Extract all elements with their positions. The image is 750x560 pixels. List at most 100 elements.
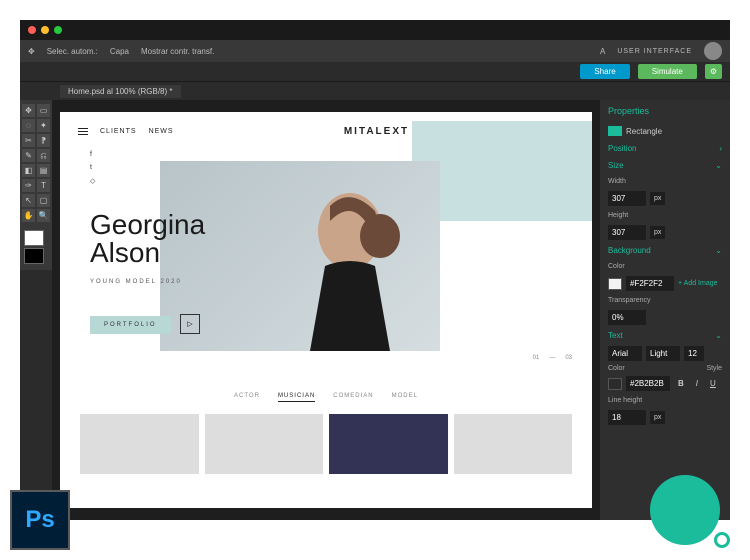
- page-total: 03: [565, 355, 572, 361]
- page-divider: —: [549, 355, 555, 361]
- chevron-down-icon: ⌄: [715, 161, 722, 170]
- close-icon[interactable]: [28, 26, 36, 34]
- pager: 01 — 03: [533, 355, 572, 361]
- underline-button[interactable]: U: [706, 377, 720, 390]
- type-tool-icon[interactable]: T: [37, 179, 50, 192]
- action-bar: Share Simulate ⚙: [20, 62, 730, 82]
- text-section[interactable]: Text⌄: [600, 327, 730, 344]
- nav-clients[interactable]: CLIENTS: [100, 128, 137, 135]
- lineheight-label: Line height: [600, 393, 730, 408]
- window-controls: [28, 26, 62, 34]
- maximize-icon[interactable]: [54, 26, 62, 34]
- rectangle-icon: [608, 126, 622, 136]
- weight-select[interactable]: [646, 346, 680, 361]
- add-image-button[interactable]: + Add Image: [678, 280, 718, 287]
- thumbnail[interactable]: [80, 414, 199, 474]
- category-tabs: ACTOR MUSICIAN COMEDIAN MODEL: [60, 381, 592, 414]
- chevron-down-icon: ⌄: [715, 246, 722, 255]
- marquee-tool-icon[interactable]: ▭: [37, 104, 50, 117]
- minimize-icon[interactable]: [41, 26, 49, 34]
- portfolio-button[interactable]: PORTFOLIO: [90, 316, 171, 334]
- thumbnail[interactable]: [205, 414, 324, 474]
- cat-model[interactable]: MODEL: [392, 393, 418, 402]
- text-color-label: Color: [608, 365, 625, 372]
- text-color-swatch[interactable]: [608, 378, 622, 390]
- hand-tool-icon[interactable]: ✋: [22, 209, 35, 222]
- transform-checkbox-label[interactable]: Mostrar contr. transf.: [141, 47, 214, 56]
- eraser-tool-icon[interactable]: ◧: [22, 164, 35, 177]
- photoshop-badge: Ps: [10, 490, 70, 550]
- move-tool-icon[interactable]: ✥: [28, 47, 35, 56]
- panel-title: Properties: [600, 100, 730, 122]
- page-current: 01: [533, 355, 540, 361]
- cat-musician[interactable]: MUSICIAN: [278, 393, 315, 402]
- height-label: Height: [600, 208, 730, 223]
- avatar[interactable]: [704, 42, 722, 60]
- bg-color-swatch[interactable]: [608, 278, 622, 290]
- height-unit[interactable]: px: [650, 226, 665, 239]
- thumbnail[interactable]: [329, 414, 448, 474]
- italic-button[interactable]: I: [692, 377, 702, 390]
- cat-actor[interactable]: ACTOR: [234, 393, 260, 402]
- facebook-icon[interactable]: f: [90, 151, 95, 158]
- stamp-tool-icon[interactable]: ⎌: [37, 149, 50, 162]
- simulate-button[interactable]: Simulate: [638, 64, 697, 79]
- layer-dropdown[interactable]: Capa: [110, 47, 129, 56]
- titlebar: [20, 20, 730, 40]
- background-swatch[interactable]: [24, 248, 44, 264]
- settings-button[interactable]: ⚙: [705, 64, 722, 79]
- size-section[interactable]: Size⌄: [600, 157, 730, 174]
- twitter-icon[interactable]: t: [90, 164, 95, 171]
- shape-name: Rectangle: [626, 127, 662, 136]
- move-tool-icon[interactable]: ✥: [22, 104, 35, 117]
- share-button[interactable]: Share: [580, 64, 629, 79]
- decorative-circle-small: [714, 532, 730, 548]
- lineheight-unit[interactable]: px: [650, 411, 665, 424]
- brand-logo: MITALEXT: [344, 126, 409, 137]
- font-select[interactable]: [608, 346, 642, 361]
- color-swatches: [20, 226, 52, 270]
- cat-comedian[interactable]: COMEDIAN: [333, 393, 373, 402]
- thumbnail[interactable]: [454, 414, 573, 474]
- lasso-tool-icon[interactable]: ◌: [22, 119, 35, 132]
- hero-name: GeorginaAlson: [90, 211, 205, 267]
- bg-color-input[interactable]: [626, 276, 674, 291]
- bold-button[interactable]: B: [674, 377, 688, 390]
- style-label: Style: [706, 365, 722, 372]
- transparency-input[interactable]: [608, 310, 646, 325]
- thumbnail-row: [60, 414, 592, 474]
- path-tool-icon[interactable]: ↖: [22, 194, 35, 207]
- design-canvas[interactable]: CLIENTS NEWS MITALEXT ⌕ f t ◇: [60, 112, 592, 508]
- instagram-icon[interactable]: ◇: [90, 177, 95, 185]
- foreground-swatch[interactable]: [24, 230, 44, 246]
- social-links: f t ◇: [90, 151, 95, 185]
- shape-row: Rectangle: [600, 122, 730, 140]
- text-a-icon[interactable]: A: [600, 47, 605, 56]
- pen-tool-icon[interactable]: ✑: [22, 179, 35, 192]
- play-button[interactable]: ▷: [180, 314, 200, 334]
- gradient-tool-icon[interactable]: ▤: [37, 164, 50, 177]
- hamburger-icon[interactable]: [78, 128, 88, 135]
- shape-tool-icon[interactable]: ▢: [37, 194, 50, 207]
- wand-tool-icon[interactable]: ✦: [37, 119, 50, 132]
- width-label: Width: [600, 174, 730, 189]
- position-section[interactable]: Position›: [600, 140, 730, 157]
- lineheight-input[interactable]: [608, 410, 646, 425]
- nav-news[interactable]: NEWS: [149, 128, 174, 135]
- background-section[interactable]: Background⌄: [600, 242, 730, 259]
- text-color-input[interactable]: [626, 376, 670, 391]
- width-unit[interactable]: px: [650, 192, 665, 205]
- hero-section: f t ◇ GeorginaAlson YO: [60, 151, 592, 381]
- zoom-tool-icon[interactable]: 🔍: [37, 209, 50, 222]
- crop-tool-icon[interactable]: ✂: [22, 134, 35, 147]
- app-window: ✥ Selec. autom.: Capa Mostrar contr. tra…: [20, 20, 730, 520]
- fontsize-input[interactable]: [684, 346, 704, 361]
- brush-tool-icon[interactable]: ✎: [22, 149, 35, 162]
- height-input[interactable]: [608, 225, 646, 240]
- document-tab[interactable]: Home.psd al 100% (RGB/8) *: [60, 85, 181, 98]
- width-input[interactable]: [608, 191, 646, 206]
- eyedropper-tool-icon[interactable]: ⁋: [37, 134, 50, 147]
- canvas-area[interactable]: CLIENTS NEWS MITALEXT ⌕ f t ◇: [52, 100, 600, 520]
- portrait-illustration: [280, 171, 420, 351]
- left-panels: ✥ ▭ ◌ ✦ ✂ ⁋ ✎ ⎌ ◧ ▤ ✑ T ↖ ▢ ✋ 🔍: [20, 100, 52, 520]
